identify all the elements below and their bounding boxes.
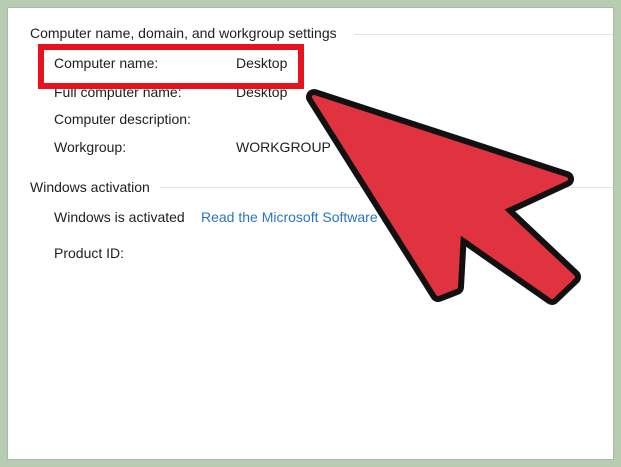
computer-name-highlight-box <box>38 44 304 89</box>
computer-description-label: Computer description: <box>54 111 191 127</box>
license-terms-link[interactable]: Read the Microsoft Software Li <box>201 209 392 225</box>
windows-activation-header: Windows activation <box>30 179 150 195</box>
windows-activation-divider <box>160 187 613 188</box>
workgroup-value: WORKGROUP <box>236 139 331 155</box>
system-properties-panel: Computer name, domain, and workgroup set… <box>7 7 614 460</box>
computer-settings-divider <box>354 34 613 35</box>
activation-status-label: Windows is activated <box>54 209 185 225</box>
computer-settings-header: Computer name, domain, and workgroup set… <box>30 25 337 41</box>
workgroup-label: Workgroup: <box>54 139 127 155</box>
product-id-label: Product ID: <box>54 245 125 261</box>
